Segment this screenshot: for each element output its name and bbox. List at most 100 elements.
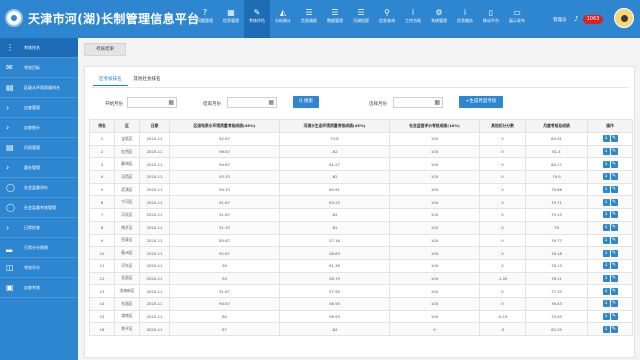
table-cell: 94 (169, 271, 280, 286)
edit-icon[interactable]: ✎ (610, 198, 618, 206)
nav-item-7[interactable]: ⚲ 信息查询 (374, 0, 400, 38)
table-cell: 9 (89, 233, 115, 248)
download-icon[interactable]: ↓ (602, 148, 610, 156)
edit-icon[interactable]: ✎ (610, 312, 618, 320)
edit-icon[interactable]: ✎ (610, 211, 618, 219)
download-icon[interactable]: ↓ (602, 186, 610, 194)
table-cell: -62 (279, 170, 390, 184)
download-icon[interactable]: ↓ (602, 236, 610, 244)
table-cell: 84.91 (525, 132, 588, 146)
table-row: 8 南开区 2020-11 91.33 -62 100 0 79 ↓ ✎ (89, 220, 633, 235)
table-cell: 0 (479, 233, 526, 248)
sidebar-item-10[interactable]: ▂ 日常计分规则 (0, 238, 78, 258)
edit-icon[interactable]: ✎ (610, 325, 618, 333)
sidebar-item-5[interactable]: ▤ 问责管理 (0, 138, 78, 158)
nav-item-8[interactable]: i 工作台账 (400, 0, 426, 38)
table-row: 11 河东区 2020-11 90 61.39 100 0 78.13 ↓ ✎ (89, 258, 633, 273)
edit-icon[interactable]: ✎ (610, 224, 618, 232)
notification-count-badge[interactable]: 1063 (583, 15, 603, 24)
download-icon[interactable]: ↓ (602, 312, 610, 320)
download-icon[interactable]: ↓ (602, 224, 610, 232)
download-icon[interactable]: ↓ (602, 135, 610, 143)
table-cell: 62.05 (525, 322, 588, 336)
top-nav: ? 问题管理 ▦ 信息管理 ✎ 考核评估 ◭ 分析统计 ☰ 信息填报 ☰ 数据管理 ☰ 河湖档案 ⚲ 信息查询… (192, 0, 530, 38)
start-month-label: 开始月份 (105, 102, 123, 107)
nav-item-1[interactable]: ▦ 信息管理 (218, 0, 244, 38)
bell-icon[interactable]: ♪ (574, 15, 578, 23)
nav-item-6[interactable]: ☰ 河湖档案 (348, 0, 374, 38)
edit-icon[interactable]: ✎ (610, 173, 618, 181)
page-tab-results[interactable]: 考核结果 (84, 43, 126, 56)
table-cell: 0 (479, 220, 526, 235)
table-cell: 2020-11 (139, 220, 170, 235)
edit-icon[interactable]: ✎ (610, 249, 618, 257)
download-icon[interactable]: ↓ (602, 211, 610, 219)
search-icon: ⚲ (384, 8, 390, 17)
download-icon[interactable]: ↓ (602, 325, 610, 333)
table-cell: 78.13 (525, 258, 588, 273)
search-button[interactable]: Q 搜索 (293, 96, 319, 108)
sidebar-item-1[interactable]: ✉ 考核目标 (0, 58, 78, 78)
calendar-icon[interactable]: ▦ (168, 99, 174, 107)
table-cell: 0 (389, 322, 480, 336)
edit-icon[interactable]: ✎ (610, 274, 618, 282)
sidebar-item-7[interactable]: ◯ 社会监督评价 (0, 178, 78, 198)
actions-cell: ↓ ✎ (587, 233, 633, 248)
nav-item-4[interactable]: ☰ 信息填报 (296, 0, 322, 38)
sidebar-item-11[interactable]: ◫ 考核评分 (0, 258, 78, 278)
nav-item-9[interactable]: ⚙ 系统管理 (426, 0, 452, 38)
actions-cell: ↓ ✎ (587, 132, 633, 146)
avatar[interactable] (614, 8, 634, 28)
edit-icon[interactable]: ✎ (610, 236, 618, 244)
table-cell: 73.8 (279, 132, 390, 146)
edit-icon[interactable]: ✎ (610, 262, 618, 270)
edit-icon[interactable]: ✎ (610, 300, 618, 308)
sidebar-item-4[interactable]: › 自查统计 (0, 118, 78, 138)
nav-item-11[interactable]: ▯ 移动平台 (478, 0, 504, 38)
nav-item-5[interactable]: ☰ 数据管理 (322, 0, 348, 38)
nav-item-10[interactable]: i 信息服务 (452, 0, 478, 38)
sidebar-item-0[interactable]: ⋮ 考核排名 (0, 38, 78, 58)
table-cell: 91.67 (169, 208, 280, 222)
download-icon[interactable]: ↓ (602, 262, 610, 270)
generate-monthly-button[interactable]: +生成月度考核 (459, 96, 503, 108)
download-icon[interactable]: ↓ (602, 173, 610, 181)
tab-district-ranking[interactable]: 区考核排名 (93, 73, 128, 86)
edit-icon[interactable]: ✎ (610, 148, 618, 156)
table-cell: 2020-11 (139, 309, 170, 324)
user-name[interactable]: 管理员 (553, 17, 567, 23)
nav-item-12[interactable]: ▭ 展示发布 (504, 0, 530, 38)
sidebar-item-2[interactable]: ▤ 区级水环境质量排名 (0, 78, 78, 98)
nav-item-2[interactable]: ✎ 考核评估 (244, 0, 270, 38)
sidebar-item-8[interactable]: ◯ 社会监督考核管理 (0, 198, 78, 218)
list-icon: ☰ (305, 8, 313, 17)
sidebar-item-3[interactable]: › 自查管理 (0, 98, 78, 118)
nav-item-0[interactable]: ? 问题管理 (192, 0, 218, 38)
sidebar-item-6[interactable]: › 督办管理 (0, 158, 78, 178)
edit-icon[interactable]: ✎ (610, 135, 618, 143)
sidebar-item-9[interactable]: › 日常检查 (0, 218, 78, 238)
download-icon[interactable]: ↓ (602, 198, 610, 206)
download-icon[interactable]: ↓ (602, 160, 610, 168)
table-cell: 0 (479, 144, 526, 159)
edit-icon[interactable]: ✎ (610, 160, 618, 168)
table-cell: 81.4 (525, 144, 588, 159)
calendar-icon[interactable]: ▦ (434, 99, 440, 107)
nav-item-3[interactable]: ◭ 分析统计 (270, 0, 296, 38)
table-cell: 77.33 (525, 284, 588, 298)
start-month-input[interactable]: ▦ (127, 97, 177, 108)
edit-icon[interactable]: ✎ (610, 186, 618, 194)
column-header: 社会监督评价考核成绩(10%) (389, 119, 480, 133)
select-month-input[interactable]: ▦ (393, 97, 443, 108)
chevron-right-icon: › (6, 163, 10, 172)
table-cell: 2020-11 (139, 258, 170, 273)
tab-other-ranking[interactable]: 其他社会排名 (128, 73, 167, 86)
download-icon[interactable]: ↓ (602, 287, 610, 295)
end-month-input[interactable]: ▦ (227, 97, 277, 108)
download-icon[interactable]: ↓ (602, 274, 610, 282)
calendar-icon[interactable]: ▦ (268, 99, 274, 107)
download-icon[interactable]: ↓ (602, 249, 610, 257)
sidebar-item-12[interactable]: ▣ 自查考核 (0, 278, 78, 298)
download-icon[interactable]: ↓ (602, 300, 610, 308)
edit-icon[interactable]: ✎ (610, 287, 618, 295)
